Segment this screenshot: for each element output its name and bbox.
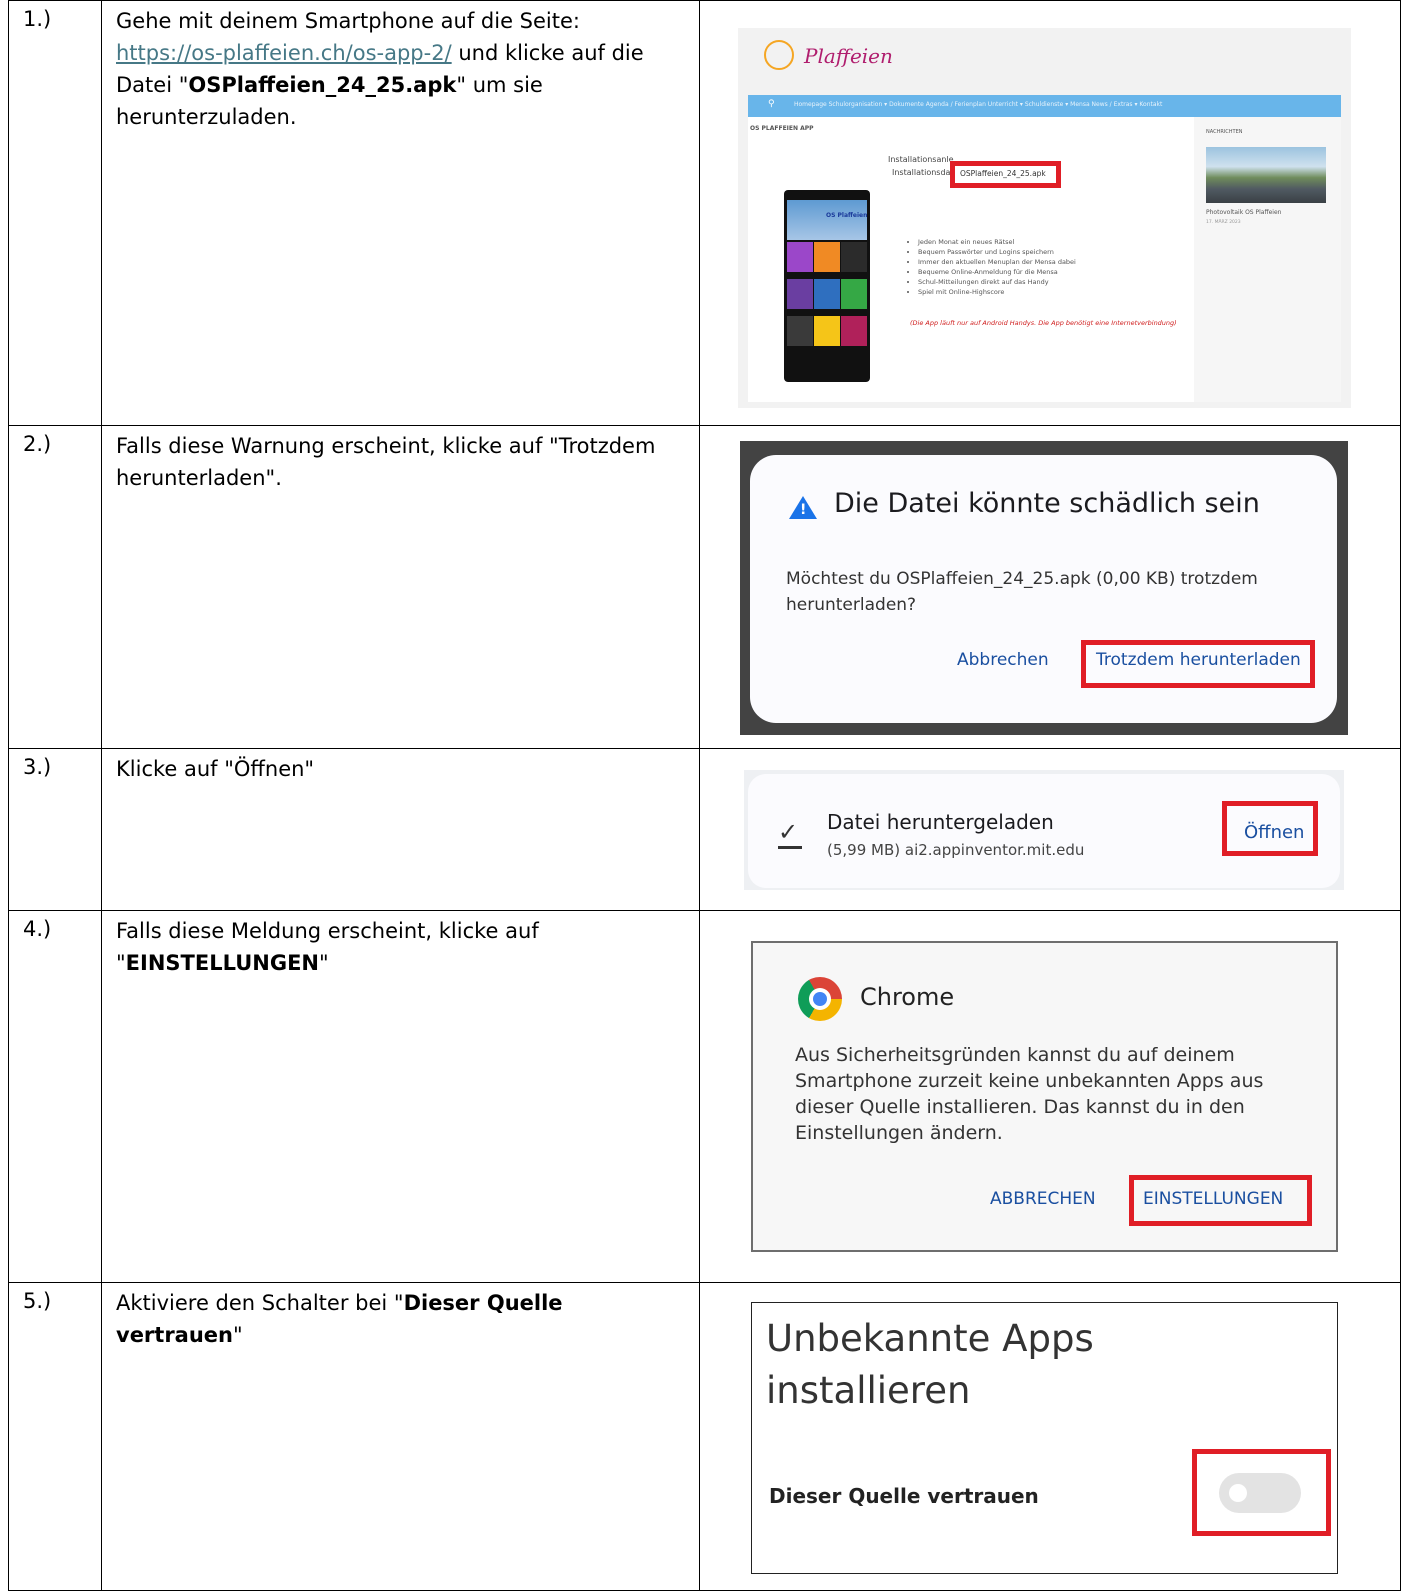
dialog-title: Die Datei könnte schädlich sein: [834, 488, 1260, 519]
highlight-box: [1081, 640, 1315, 688]
step-text: Falls diese Warnung erscheint, klicke au…: [116, 434, 656, 490]
step-row-3: 3.) Klicke auf "Öffnen" ✓ Datei herunter…: [8, 748, 1401, 911]
android-note: (Die App läuft nur auf Android Handys. D…: [910, 319, 1177, 327]
news-image[interactable]: [1206, 147, 1326, 203]
settings-screenshot: Unbekannte Apps installieren Dieser Quel…: [751, 1302, 1338, 1574]
news-title[interactable]: Photovoltaik OS Plaffeien: [1206, 209, 1281, 216]
step-text: Aktiviere den Schalter bei "Dieser Quell…: [116, 1291, 563, 1347]
app-page-link[interactable]: https://os-plaffeien.ch/os-app-2/: [116, 41, 452, 65]
download-subtitle: (5,99 MB) ai2.appinventor.mit.edu: [827, 841, 1085, 859]
dialog-body: Möchtest du OSPlaffeien_24_25.apk (0,00 …: [786, 569, 1258, 615]
highlight-box: [950, 161, 1061, 188]
chrome-dialog-screenshot: Chrome Aus Sicherheitsgründen kannst du …: [751, 941, 1338, 1252]
step-number: 4.): [23, 917, 52, 941]
step-row-4: 4.) Falls diese Meldung erscheint, klick…: [8, 910, 1401, 1283]
site-sidebar: NACHRICHTEN Photovoltaik OS Plaffeien 17…: [1194, 117, 1341, 402]
highlight-box: [1129, 1175, 1312, 1226]
cancel-button[interactable]: Abbrechen: [957, 650, 1049, 670]
website-screenshot: Plaffeien ⚲ Homepage Schulorganisation ▾…: [738, 28, 1351, 408]
site-main: OS PLAFFEIEN APP Installationsanle Insta…: [748, 117, 1194, 402]
cancel-button[interactable]: ABBRECHEN: [990, 1189, 1096, 1209]
sun-logo-icon: [764, 40, 794, 70]
step-text: Klicke auf "Öffnen": [116, 757, 315, 781]
check-icon: ✓: [778, 818, 799, 846]
page-label: OS PLAFFEIEN APP: [750, 125, 814, 132]
download-title: Datei heruntergeladen: [827, 810, 1054, 834]
step-row-1: 1.) Gehe mit deinem Smartphone auf die S…: [8, 0, 1401, 426]
step-row-5: 5.) Aktiviere den Schalter bei "Dieser Q…: [8, 1282, 1401, 1591]
instruction-table: 1.) Gehe mit deinem Smartphone auf die S…: [8, 0, 1401, 1591]
highlight-box: [1192, 1449, 1331, 1536]
dialog-title: Chrome: [860, 983, 955, 1011]
trust-source-label: Dieser Quelle vertrauen: [769, 1484, 1039, 1508]
feature-list: Jeden Monat ein neues Rätsel Bequem Pass…: [908, 237, 1076, 297]
dialog-body: Aus Sicherheitsgründen kannst du auf dei…: [795, 1044, 1264, 1144]
search-icon[interactable]: ⚲: [768, 99, 775, 109]
apk-filename: OSPlaffeien_24_25.apk: [188, 73, 457, 97]
step-row-2: 2.) Falls diese Warnung erscheint, klick…: [8, 425, 1401, 749]
step-number: 2.): [23, 432, 52, 456]
site-logo: Plaffeien: [804, 44, 893, 68]
step-text: Falls diese Meldung erscheint, klicke au…: [116, 919, 539, 975]
site-nav-links[interactable]: Homepage Schulorganisation ▾ Dokumente A…: [794, 101, 1162, 108]
warning-screenshot: ! Die Datei könnte schädlich sein Möchte…: [740, 441, 1348, 735]
app-phone-mockup: OS Plaffeien: [784, 190, 870, 382]
step-number: 1.): [23, 7, 52, 31]
step-number: 5.): [23, 1289, 52, 1313]
settings-title: Unbekannte Apps installieren: [766, 1317, 1094, 1412]
highlight-box: [1222, 801, 1318, 856]
step-number: 3.): [23, 755, 52, 779]
download-screenshot: ✓ Datei heruntergeladen (5,99 MB) ai2.ap…: [744, 770, 1344, 890]
chrome-icon: [798, 977, 842, 1021]
site-nav-bar: ⚲ Homepage Schulorganisation ▾ Dokumente…: [748, 95, 1341, 117]
step-text: Gehe mit deinem Smartphone auf die Seite…: [116, 9, 644, 129]
